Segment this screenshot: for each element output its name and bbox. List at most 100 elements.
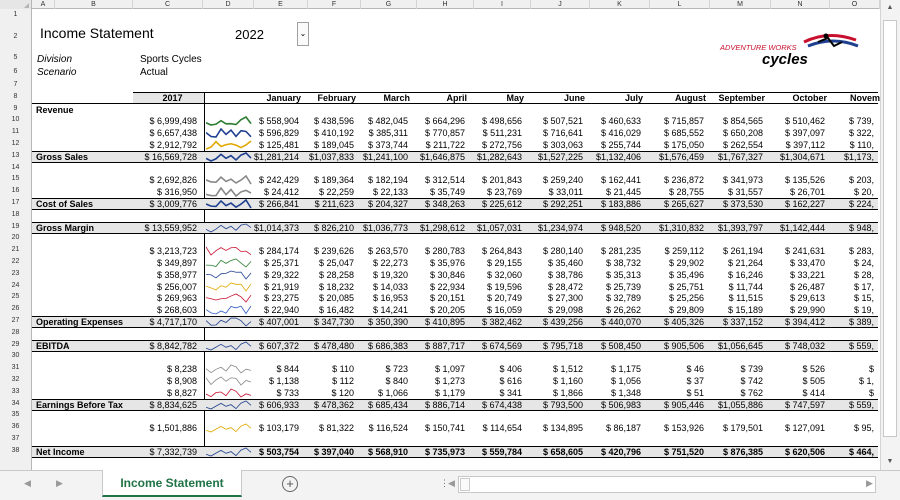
add-sheet-button[interactable]: + — [282, 476, 298, 492]
row-header-10[interactable]: 10 — [0, 116, 31, 123]
column-header-H[interactable]: H — [417, 0, 474, 9]
cell-13-0[interactable]: $1,281,214 — [245, 152, 299, 162]
cell-25-10[interactable]: $ 15, — [824, 293, 874, 303]
cell-21-8[interactable]: $ 261,194 — [709, 246, 763, 256]
ytd-value-38[interactable]: $ 7,332,739 — [133, 447, 197, 457]
cell-22-0[interactable]: $ 25,371 — [245, 258, 299, 268]
cell-22-5[interactable]: $ 35,460 — [529, 258, 583, 268]
cell-12-7[interactable]: $ 175,050 — [650, 140, 704, 150]
cell-11-3[interactable]: $ 770,857 — [411, 128, 465, 138]
cell-38-7[interactable]: $ 751,520 — [650, 447, 704, 457]
cell-36-0[interactable]: $ 103,179 — [245, 423, 299, 433]
ytd-value-13[interactable]: $ 16,569,728 — [133, 152, 197, 162]
cell-27-10[interactable]: $ 389, — [824, 317, 874, 327]
cell-16-2[interactable]: $ 22,133 — [354, 187, 408, 197]
cell-24-9[interactable]: $ 26,487 — [771, 282, 825, 292]
cell-34-3[interactable]: $ 886,714 — [411, 400, 465, 410]
cell-24-5[interactable]: $ 28,472 — [529, 282, 583, 292]
column-header-F[interactable]: F — [308, 0, 361, 9]
cell-38-3[interactable]: $ 735,973 — [411, 447, 465, 457]
cell-13-10[interactable]: $1,173, — [824, 152, 874, 162]
row-header-23[interactable]: 23 — [0, 270, 31, 277]
column-header-L[interactable]: L — [650, 0, 710, 9]
cell-24-4[interactable]: $ 19,596 — [468, 282, 522, 292]
cell-24-8[interactable]: $ 11,744 — [709, 282, 763, 292]
cell-13-4[interactable]: $1,282,643 — [468, 152, 522, 162]
cell-23-6[interactable]: $ 35,313 — [587, 270, 641, 280]
cell-19-4[interactable]: $1,057,031 — [468, 223, 522, 233]
cell-25-1[interactable]: $ 20,085 — [300, 293, 354, 303]
cell-33-3[interactable]: $ 1,179 — [411, 388, 465, 398]
cell-22-9[interactable]: $ 33,470 — [771, 258, 825, 268]
cell-22-4[interactable]: $ 29,155 — [468, 258, 522, 268]
cell-36-5[interactable]: $ 134,895 — [529, 423, 583, 433]
ytd-value-29[interactable]: $ 8,842,782 — [133, 341, 197, 351]
horizontal-scrollbar[interactable] — [458, 476, 876, 493]
cell-27-1[interactable]: $ 347,730 — [300, 317, 354, 327]
row-header-1[interactable]: 1 — [0, 11, 31, 18]
cell-19-6[interactable]: $ 948,520 — [587, 223, 641, 233]
cell-13-5[interactable]: $1,527,225 — [529, 152, 583, 162]
cell-34-1[interactable]: $ 478,362 — [300, 400, 354, 410]
cell-38-9[interactable]: $ 620,506 — [771, 447, 825, 457]
cell-24-3[interactable]: $ 22,934 — [411, 282, 465, 292]
row-header-19[interactable]: 19 — [0, 223, 31, 230]
cell-31-0[interactable]: $ 844 — [245, 364, 299, 374]
row-header-35[interactable]: 35 — [0, 411, 31, 418]
cell-10-4[interactable]: $ 498,656 — [468, 116, 522, 126]
cell-22-3[interactable]: $ 35,976 — [411, 258, 465, 268]
cell-25-4[interactable]: $ 20,749 — [468, 293, 522, 303]
cell-21-3[interactable]: $ 280,783 — [411, 246, 465, 256]
ytd-value-11[interactable]: $ 6,657,438 — [133, 128, 197, 138]
column-header-C[interactable]: C — [133, 0, 203, 9]
cell-17-3[interactable]: $ 348,263 — [411, 199, 465, 209]
cell-34-2[interactable]: $ 685,434 — [354, 400, 408, 410]
tab-next-icon[interactable]: ▶ — [56, 478, 63, 489]
column-header-E[interactable]: E — [254, 0, 308, 9]
cell-36-8[interactable]: $ 179,501 — [709, 423, 763, 433]
worksheet-grid[interactable]: ABCDEFGHIJKLMNO 1 2 5 6 7 8 9 10 11 12 13 14 15 16 17 1… — [0, 0, 900, 470]
cell-29-2[interactable]: $ 686,383 — [354, 341, 408, 351]
cell-36-9[interactable]: $ 127,091 — [771, 423, 825, 433]
ytd-value-25[interactable]: $ 269,963 — [133, 293, 197, 303]
cell-33-0[interactable]: $ 733 — [245, 388, 299, 398]
cell-32-2[interactable]: $ 840 — [354, 376, 408, 386]
ytd-value-33[interactable]: $ 8,827 — [133, 388, 197, 398]
cell-27-6[interactable]: $ 440,070 — [587, 317, 641, 327]
row-header-37[interactable]: 37 — [0, 435, 31, 442]
ytd-value-24[interactable]: $ 256,007 — [133, 282, 197, 292]
cell-38-2[interactable]: $ 568,910 — [354, 447, 408, 457]
cell-10-1[interactable]: $ 438,596 — [300, 116, 354, 126]
cell-33-7[interactable]: $ 51 — [650, 388, 704, 398]
cell-32-7[interactable]: $ 37 — [650, 376, 704, 386]
cell-25-3[interactable]: $ 20,151 — [411, 293, 465, 303]
cell-34-10[interactable]: $ 559, — [824, 400, 874, 410]
row-header-38[interactable]: 38 — [0, 447, 31, 454]
cell-26-10[interactable]: $ 19, — [824, 305, 874, 315]
cell-38-5[interactable]: $ 658,605 — [529, 447, 583, 457]
ytd-value-32[interactable]: $ 8,908 — [133, 376, 197, 386]
cell-19-7[interactable]: $1,310,832 — [650, 223, 704, 233]
cell-10-3[interactable]: $ 664,296 — [411, 116, 465, 126]
row-header-21[interactable]: 21 — [0, 246, 31, 253]
cell-21-4[interactable]: $ 264,843 — [468, 246, 522, 256]
cell-17-6[interactable]: $ 183,886 — [587, 199, 641, 209]
cell-15-7[interactable]: $ 236,872 — [650, 175, 704, 185]
cell-29-3[interactable]: $ 887,717 — [411, 341, 465, 351]
cell-31-9[interactable]: $ 526 — [771, 364, 825, 374]
horizontal-scroll-thumb[interactable] — [460, 478, 470, 491]
cell-15-4[interactable]: $ 201,843 — [468, 175, 522, 185]
cell-10-7[interactable]: $ 715,857 — [650, 116, 704, 126]
cell-23-8[interactable]: $ 16,246 — [709, 270, 763, 280]
cell-33-5[interactable]: $ 1,866 — [529, 388, 583, 398]
cell-29-6[interactable]: $ 508,450 — [587, 341, 641, 351]
cell-17-8[interactable]: $ 373,530 — [709, 199, 763, 209]
cell-24-10[interactable]: $ 17, — [824, 282, 874, 292]
cell-32-5[interactable]: $ 1,160 — [529, 376, 583, 386]
cell-22-6[interactable]: $ 38,732 — [587, 258, 641, 268]
cell-21-0[interactable]: $ 284,174 — [245, 246, 299, 256]
column-header-B[interactable]: B — [55, 0, 133, 9]
cell-15-3[interactable]: $ 312,514 — [411, 175, 465, 185]
column-header-D[interactable]: D — [203, 0, 254, 9]
cell-33-10[interactable]: $ — [824, 388, 874, 398]
